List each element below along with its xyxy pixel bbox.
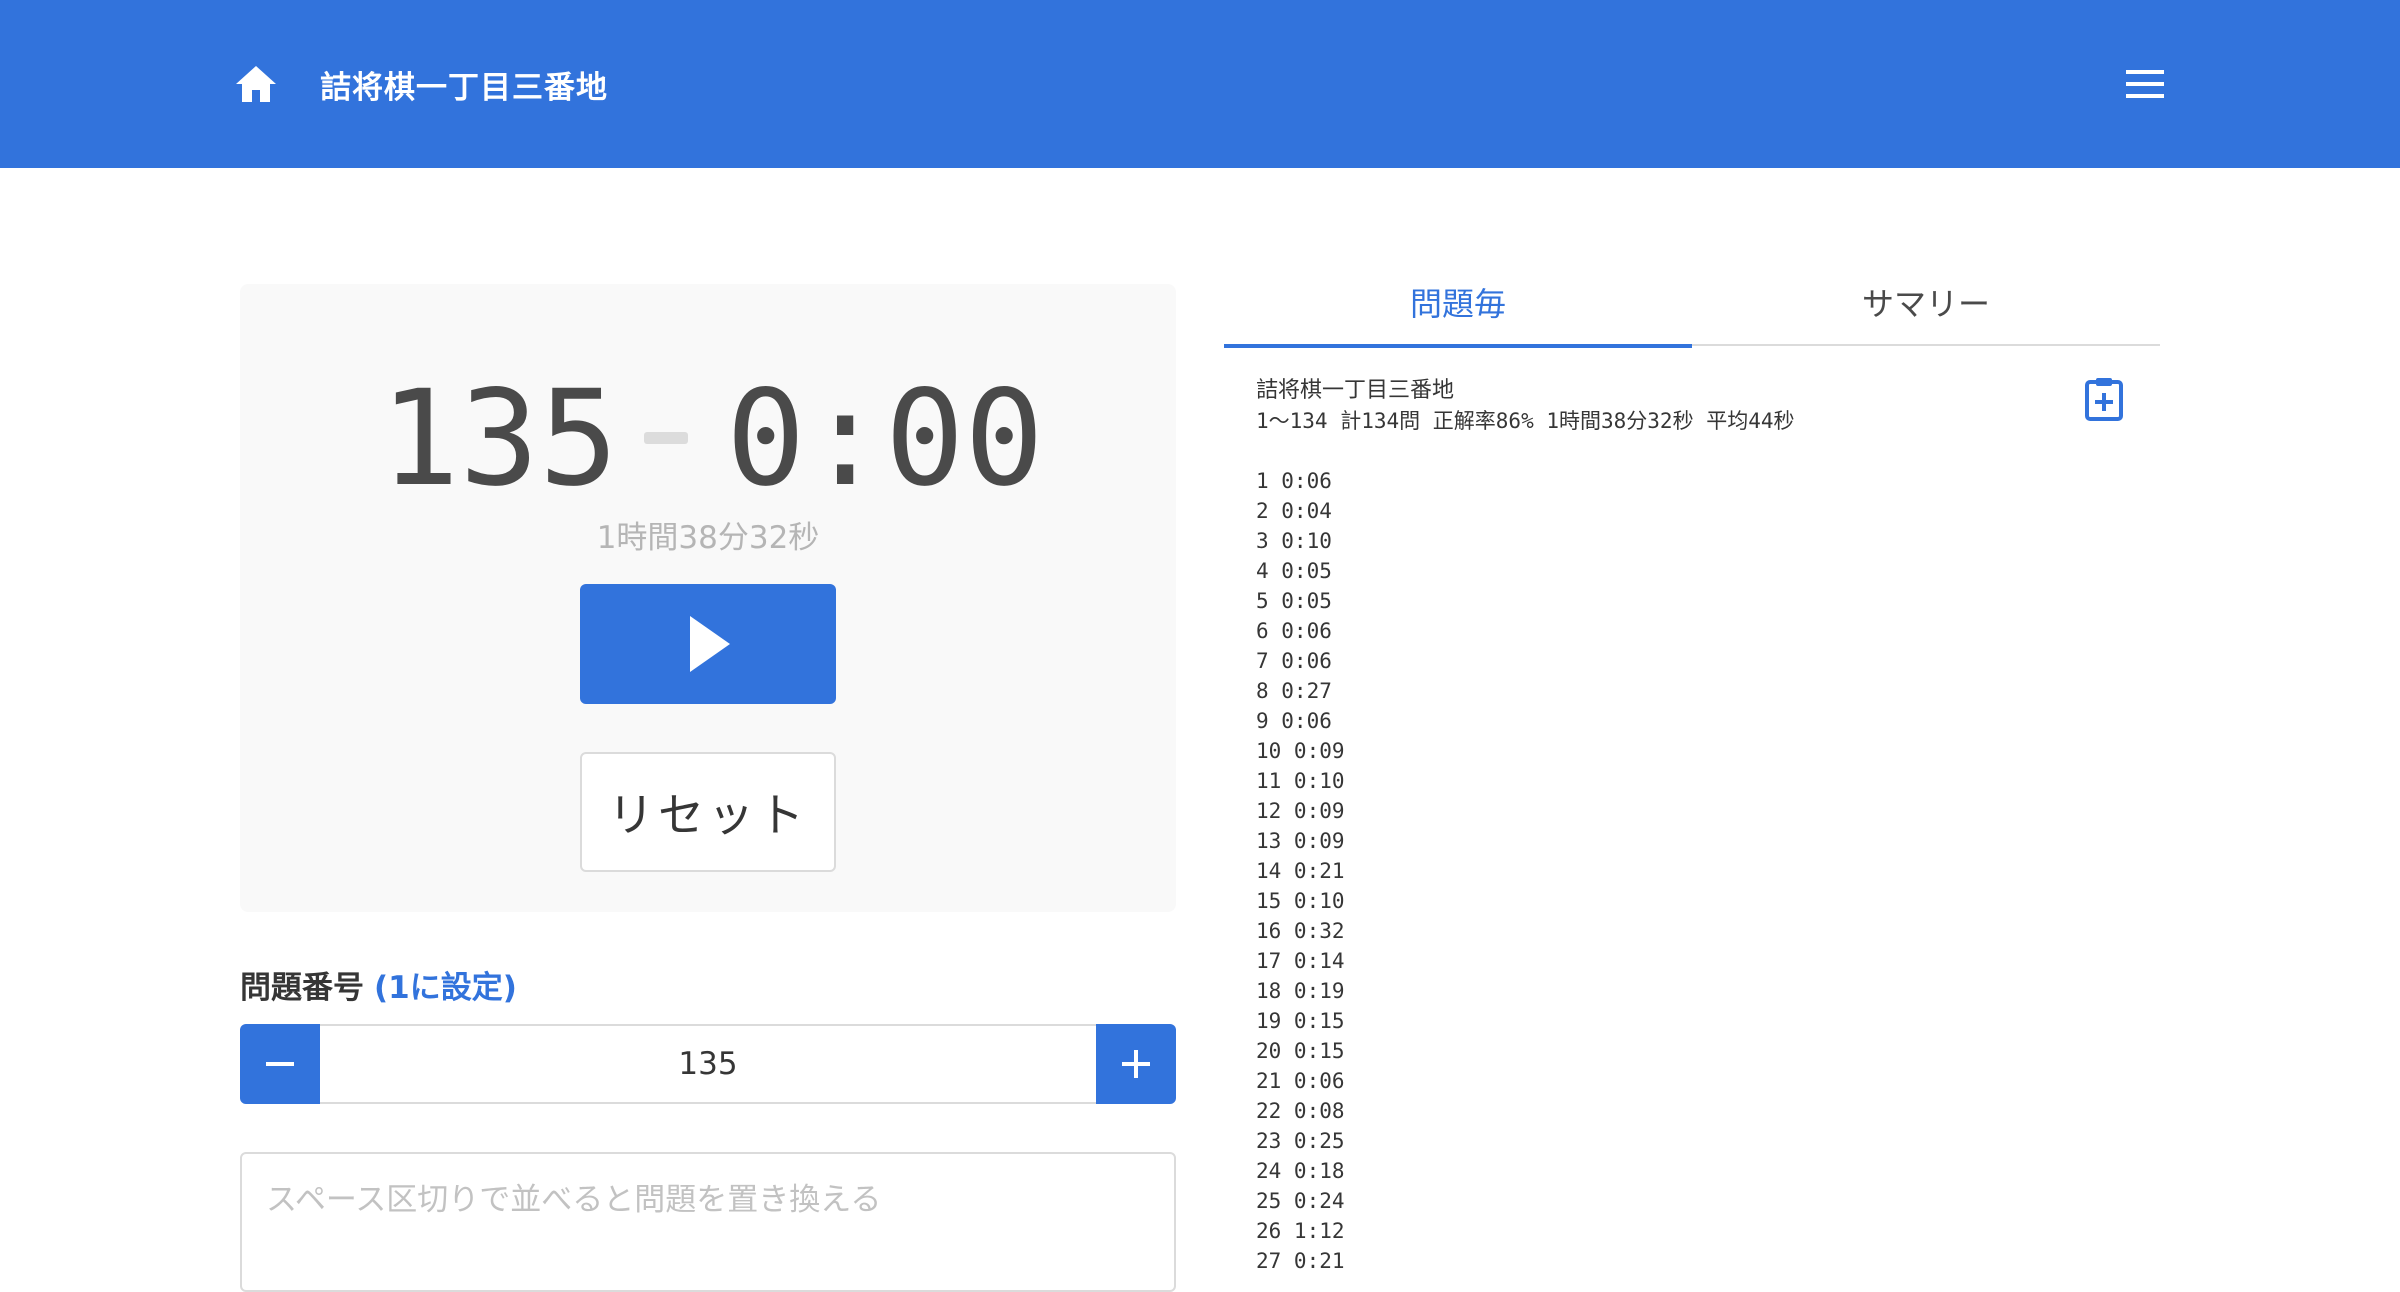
play-button[interactable] <box>580 584 836 704</box>
timer-display: 135 0:00 <box>240 364 1176 514</box>
home-icon[interactable] <box>234 64 278 104</box>
total-time: 1時間38分32秒 <box>596 520 820 556</box>
log-entry: 6 0:06 <box>1256 619 1332 643</box>
elapsed-time: 0:00 <box>726 362 1044 516</box>
log-entry: 23 0:25 <box>1256 1129 1345 1153</box>
log-title: 詰将棋一丁目三番地 <box>1256 378 1455 403</box>
log-entry: 4 0:05 <box>1256 559 1332 583</box>
log-entry: 25 0:24 <box>1256 1189 1345 1213</box>
play-icon <box>690 616 730 672</box>
problem-count: 135 <box>380 362 619 516</box>
log-entry: 14 0:21 <box>1256 859 1345 883</box>
log-entry: 11 0:10 <box>1256 769 1345 793</box>
log-entries: 1 0:06 2 0:04 3 0:10 4 0:05 5 0:05 6 0:06 7 0:… <box>1256 466 2096 1276</box>
replace-problems-textarea[interactable] <box>240 1152 1176 1292</box>
minus-icon <box>266 1062 294 1066</box>
log-entry: 10 0:09 <box>1256 739 1345 763</box>
log-entry: 2 0:04 <box>1256 499 1332 523</box>
set-to-one-link[interactable]: (1に設定) <box>374 970 517 1006</box>
log-entry: 9 0:06 <box>1256 709 1332 733</box>
plus-icon <box>1122 1050 1150 1078</box>
log-entry: 22 0:08 <box>1256 1099 1345 1123</box>
time-log: 詰将棋一丁目三番地 1〜134 計134問 正解率86% 1時間38分32秒 平… <box>1256 376 2096 1276</box>
log-entry: 20 0:15 <box>1256 1039 1345 1063</box>
log-entry: 24 0:18 <box>1256 1159 1345 1183</box>
log-entry: 5 0:05 <box>1256 589 1332 613</box>
result-tabs: 問題毎 サマリー <box>1224 270 2160 348</box>
problem-number-label: 問題番号 (1に設定) <box>240 962 517 1007</box>
menu-icon[interactable] <box>2126 70 2164 98</box>
problem-number-stepper <box>240 1024 1176 1104</box>
problem-number-input[interactable] <box>320 1024 1096 1104</box>
reset-button[interactable]: リセット <box>580 752 836 872</box>
log-entry: 3 0:10 <box>1256 529 1332 553</box>
log-entry: 15 0:10 <box>1256 889 1345 913</box>
log-entry: 17 0:14 <box>1256 949 1345 973</box>
log-entry: 16 0:32 <box>1256 919 1345 943</box>
log-entry: 7 0:06 <box>1256 649 1332 673</box>
log-entry: 27 0:21 <box>1256 1249 1345 1273</box>
log-summary: 1〜134 計134問 正解率86% 1時間38分32秒 平均44秒 <box>1256 409 1795 433</box>
tab-summary[interactable]: サマリー <box>1692 270 2160 346</box>
decrement-button[interactable] <box>240 1024 320 1104</box>
site-title[interactable]: 詰将棋一丁目三番地 <box>320 62 608 107</box>
log-entry: 13 0:09 <box>1256 829 1345 853</box>
increment-button[interactable] <box>1096 1024 1176 1104</box>
separator-dash <box>644 432 688 444</box>
log-entry: 19 0:15 <box>1256 1009 1345 1033</box>
navbar: 詰将棋一丁目三番地 <box>0 0 2400 168</box>
log-entry: 26 1:12 <box>1256 1219 1345 1243</box>
log-entry: 18 0:19 <box>1256 979 1345 1003</box>
log-entry: 8 0:27 <box>1256 679 1332 703</box>
problem-number-text: 問題番号 <box>240 970 364 1006</box>
log-entry: 21 0:06 <box>1256 1069 1345 1093</box>
tab-per-problem[interactable]: 問題毎 <box>1224 270 1692 348</box>
timer-panel: 135 0:00 1時間38分32秒 リセット <box>240 284 1176 912</box>
log-entry: 12 0:09 <box>1256 799 1345 823</box>
log-entry: 1 0:06 <box>1256 469 1332 493</box>
